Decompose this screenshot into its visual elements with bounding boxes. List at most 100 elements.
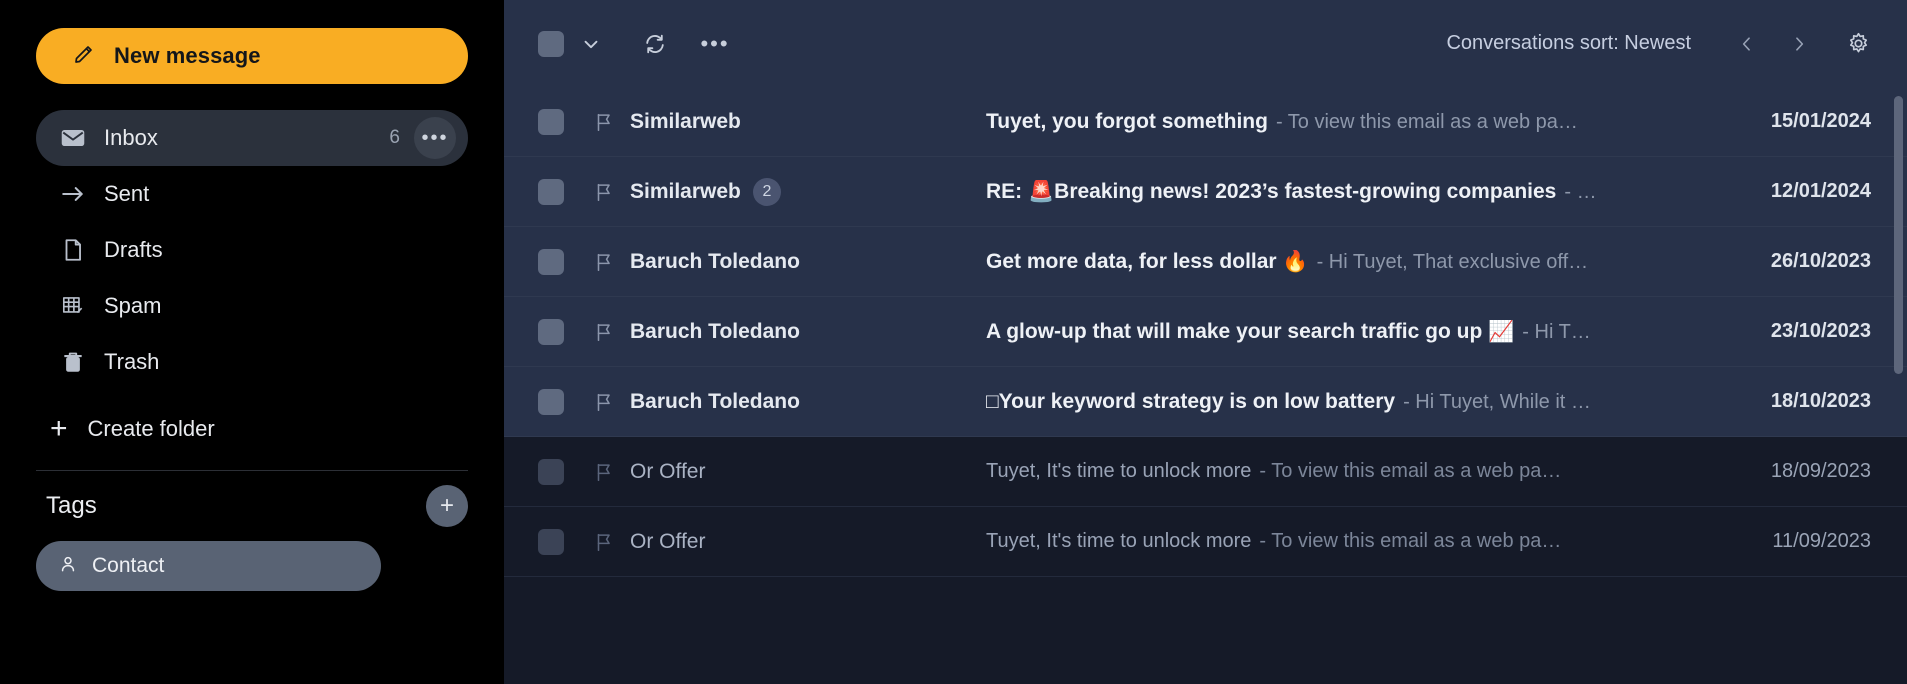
sidebar-item-label: Spam <box>104 293 456 319</box>
row-checkbox[interactable] <box>538 109 564 135</box>
message-preview: - To view this email as a web pa… <box>1259 530 1561 553</box>
add-tag-button[interactable]: + <box>426 485 468 527</box>
message-subject-cell: A glow-up that will make your search tra… <box>986 320 1704 344</box>
tags-title: Tags <box>46 492 97 520</box>
message-row[interactable]: Or Offer Tuyet, It's time to unlock more… <box>504 437 1907 507</box>
message-preview: - To view this email as a web pa… <box>1259 460 1561 483</box>
sidebar-item-sent[interactable]: Sent <box>36 166 468 222</box>
message-sender: Similarweb <box>630 110 986 134</box>
message-row[interactable]: Similarweb Tuyet, you forgot something -… <box>504 87 1907 157</box>
row-checkbox[interactable] <box>538 249 564 275</box>
message-row[interactable]: Baruch Toledano A glow-up that will make… <box>504 297 1907 367</box>
sender-name: Baruch Toledano <box>630 390 800 414</box>
row-checkbox[interactable] <box>538 389 564 415</box>
row-checkbox[interactable] <box>538 459 564 485</box>
sidebar-item-drafts[interactable]: Drafts <box>36 222 468 278</box>
new-message-button[interactable]: New message <box>36 28 468 84</box>
plus-icon: + <box>50 414 68 444</box>
sender-name: Baruch Toledano <box>630 320 800 344</box>
create-folder-button[interactable]: + Create folder <box>36 402 468 456</box>
message-subject: Tuyet, It's time to unlock more <box>986 460 1251 483</box>
flag-icon[interactable] <box>578 251 630 273</box>
document-icon <box>60 237 94 263</box>
row-checkbox[interactable] <box>538 319 564 345</box>
flag-icon[interactable] <box>578 461 630 483</box>
inbox-more-button[interactable]: ••• <box>414 117 456 159</box>
message-sender: Baruch Toledano <box>630 320 986 344</box>
message-subject-cell: Tuyet, you forgot something - To view th… <box>986 110 1704 134</box>
message-preview: - To view this email as a web pa… <box>1276 111 1578 134</box>
sender-name: Or Offer <box>630 460 705 484</box>
message-preview: - Hi Tuyet, That exclusive off… <box>1317 251 1589 274</box>
message-list-panel: ••• Conversations sort: Newest <box>504 0 1907 684</box>
email-client-app: New message Inbox 6 ••• <box>0 0 1907 684</box>
flag-icon[interactable] <box>578 391 630 413</box>
sidebar-item-spam[interactable]: Spam <box>36 278 468 334</box>
message-sender: Or Offer <box>630 530 986 554</box>
flag-icon[interactable] <box>578 181 630 203</box>
message-preview: - Hi T… <box>1522 321 1591 344</box>
select-all-checkbox[interactable] <box>538 31 564 57</box>
envelope-icon <box>60 125 94 151</box>
message-subject: Get more data, for less dollar 🔥 <box>986 250 1309 274</box>
row-checkbox[interactable] <box>538 529 564 555</box>
sidebar-item-label: Trash <box>104 349 456 375</box>
sidebar-item-label: Sent <box>104 181 456 207</box>
message-subject: Tuyet, you forgot something <box>986 110 1268 134</box>
chevron-left-icon[interactable] <box>1721 21 1773 67</box>
inbox-unread-count: 6 <box>389 127 400 149</box>
chevron-right-icon[interactable] <box>1773 21 1825 67</box>
message-subject-cell: Tuyet, It's time to unlock more - To vie… <box>986 460 1704 483</box>
toolbar-left-group: ••• <box>538 21 738 67</box>
new-message-label: New message <box>114 43 261 69</box>
message-preview: - … <box>1564 181 1596 204</box>
message-row[interactable]: Similarweb 2 RE: 🚨Breaking news! 2023’s … <box>504 157 1907 227</box>
person-icon <box>58 554 78 579</box>
sidebar-item-label: Inbox <box>104 125 389 151</box>
conversations-sort-button[interactable]: Conversations sort: Newest <box>1446 32 1691 55</box>
message-subject-cell: Tuyet, It's time to unlock more - To vie… <box>986 530 1704 553</box>
message-date: 12/01/2024 <box>1704 180 1889 203</box>
sidebar: New message Inbox 6 ••• <box>0 0 504 684</box>
tag-item-contact[interactable]: Contact <box>36 541 381 591</box>
arrow-right-icon <box>60 181 94 207</box>
sidebar-item-inbox[interactable]: Inbox 6 ••• <box>36 110 468 166</box>
message-subject-cell: □Your keyword strategy is on low battery… <box>986 390 1704 414</box>
row-checkbox[interactable] <box>538 179 564 205</box>
message-sender: Baruch Toledano <box>630 250 986 274</box>
message-date: 23/10/2023 <box>1704 320 1889 343</box>
refresh-icon[interactable] <box>632 21 678 67</box>
trash-icon <box>60 349 94 375</box>
message-row[interactable]: Baruch Toledano Get more data, for less … <box>504 227 1907 297</box>
gear-icon[interactable] <box>1831 21 1885 67</box>
sender-name: Similarweb <box>630 180 741 204</box>
toolbar-right-group: Conversations sort: Newest <box>1446 21 1885 67</box>
toolbar-more-button[interactable]: ••• <box>692 21 738 67</box>
message-row[interactable]: Or Offer Tuyet, It's time to unlock more… <box>504 507 1907 577</box>
sidebar-item-trash[interactable]: Trash <box>36 334 468 390</box>
message-subject-cell: Get more data, for less dollar 🔥 - Hi Tu… <box>986 250 1704 274</box>
sender-name: Similarweb <box>630 110 741 134</box>
folder-nav: Inbox 6 ••• Sent Dr <box>36 110 468 390</box>
tag-label: Contact <box>92 554 164 578</box>
spam-grid-icon <box>60 293 94 319</box>
message-subject: A glow-up that will make your search tra… <box>986 320 1514 344</box>
tags-header: Tags + <box>36 471 468 541</box>
message-sender: Similarweb 2 <box>630 178 986 206</box>
message-subject: □Your keyword strategy is on low battery <box>986 390 1395 414</box>
message-date: 15/01/2024 <box>1704 110 1889 133</box>
message-date: 26/10/2023 <box>1704 250 1889 273</box>
message-sender: Or Offer <box>630 460 986 484</box>
sender-name: Baruch Toledano <box>630 250 800 274</box>
flag-icon[interactable] <box>578 111 630 133</box>
chevron-down-icon[interactable] <box>568 21 614 67</box>
message-preview: - Hi Tuyet, While it … <box>1403 391 1591 414</box>
thread-count-badge: 2 <box>753 178 781 206</box>
create-folder-label: Create folder <box>88 416 215 442</box>
flag-icon[interactable] <box>578 321 630 343</box>
message-date: 11/09/2023 <box>1704 530 1889 553</box>
flag-icon[interactable] <box>578 531 630 553</box>
sidebar-item-label: Drafts <box>104 237 456 263</box>
message-row[interactable]: Baruch Toledano □Your keyword strategy i… <box>504 367 1907 437</box>
list-scrollbar[interactable] <box>1894 96 1903 374</box>
